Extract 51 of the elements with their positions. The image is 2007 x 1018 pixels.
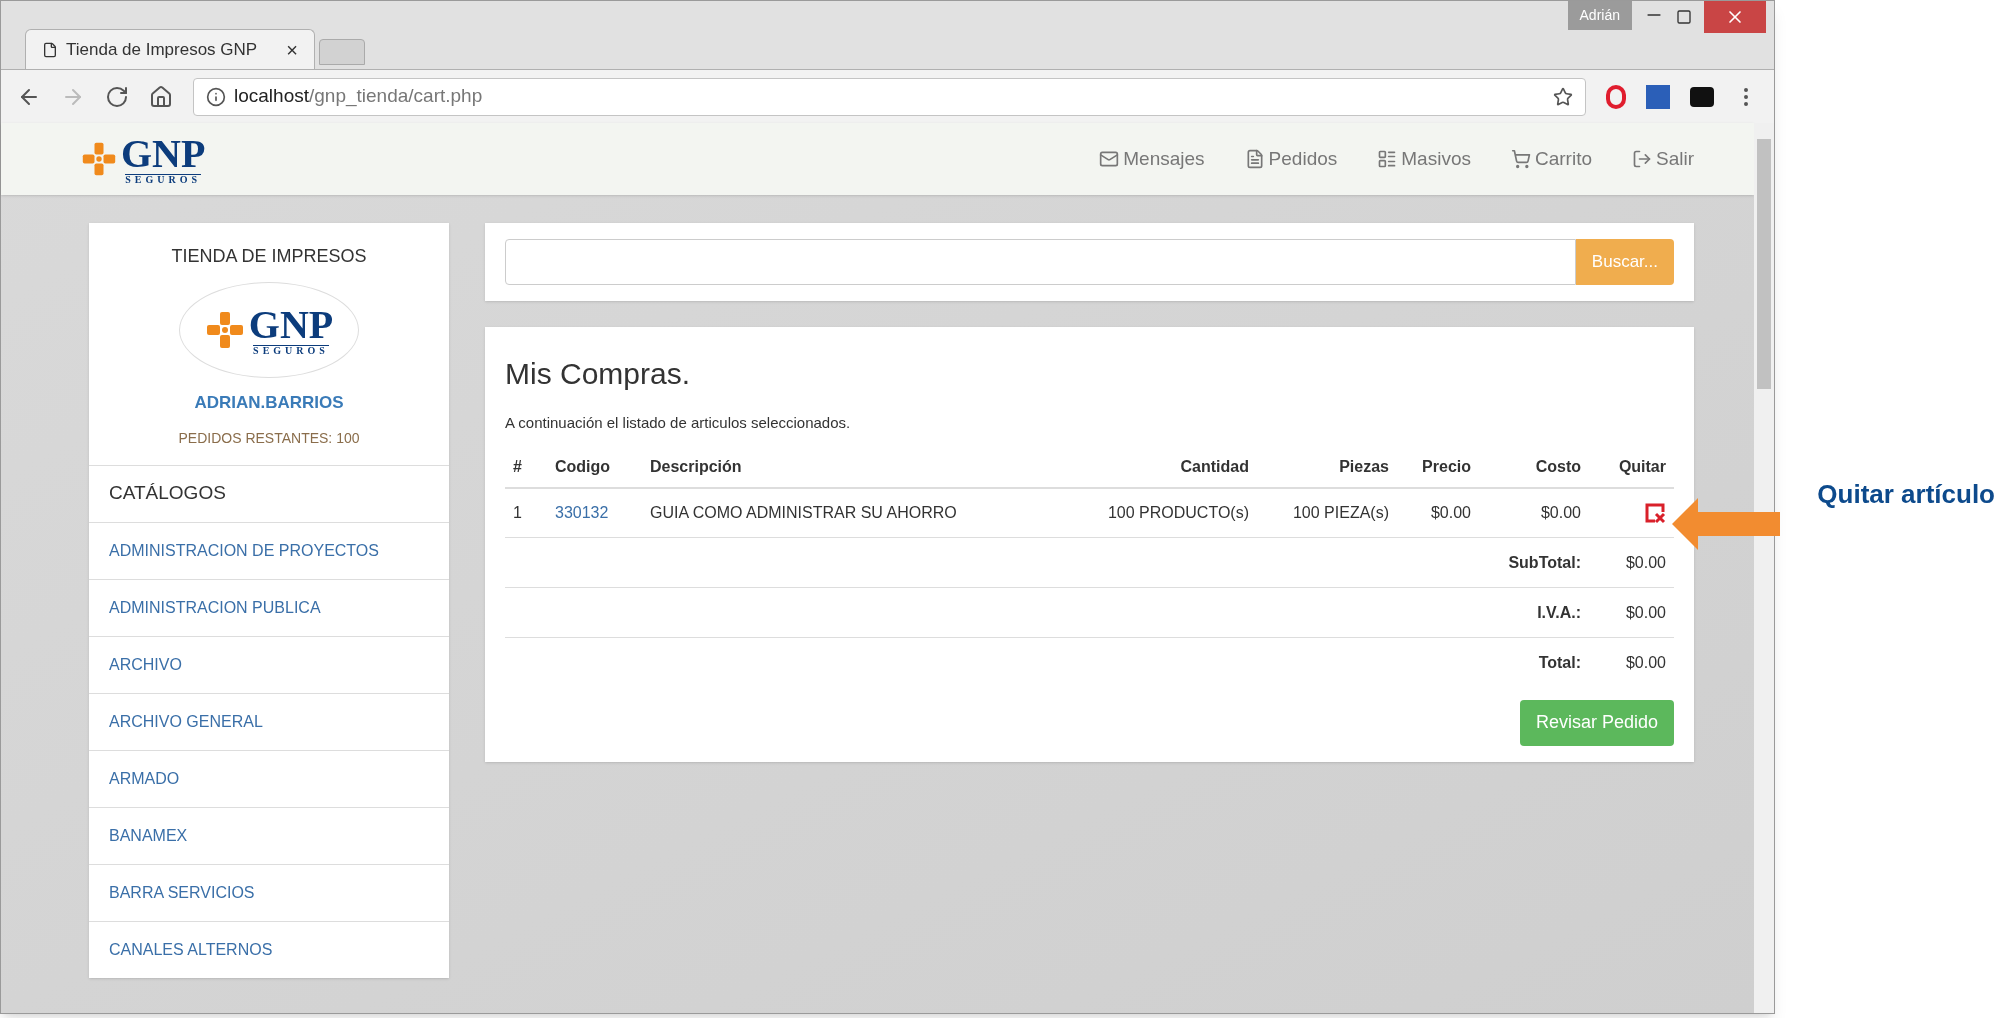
column-header: Descripción [650,457,742,475]
column-header: Costo [1535,457,1581,475]
logo-wordmark: GNP [248,304,334,345]
annotation-label: Quitar artículo [1817,477,1995,511]
section-heading: CATÁLOGOS [89,464,449,522]
tab-title: Tienda de Impresos GNP [66,38,258,61]
nav-link[interactable]: Mensajes [1099,144,1205,174]
catalog-item[interactable]: ADMINISTRACION DE PROYECTOS [89,521,449,579]
total-value: $0.00 [1625,553,1666,571]
logo-tagline: SEGUROS [125,173,202,185]
user-name[interactable]: ADRIAN.BARRIOS [194,390,344,416]
catalog-item[interactable]: CANALES ALTERNOS [89,920,449,978]
catalog-item[interactable]: ARMADO [89,749,449,807]
catalog-item[interactable]: BANAMEX [89,806,449,864]
column-header: # [513,457,522,475]
profile-name[interactable]: Adrián [1567,1,1632,30]
catalog-item[interactable]: BARRA SERVICIOS [89,863,449,921]
total-label: SubTotal: [1508,553,1581,571]
table-cell: GUIA COMO ADMINISTRAR SU AHORRO [650,503,957,521]
catalog-item[interactable]: ADMINISTRACION PUBLICA [89,578,449,636]
column-header: Quitar [1618,457,1666,475]
cart-subtitle: A continuación el listado de articulos seleccionados. [505,413,852,433]
nav-link[interactable]: Pedidos [1244,144,1338,174]
remaining-orders: PEDIDOS RESTANTES: 100 [178,428,360,448]
address-bar[interactable]: localhost/gnp_tienda/cart.php [193,77,1586,116]
logo-tagline: SEGUROS [253,344,329,356]
column-header: Piezas [1339,457,1389,475]
table-cell: 1 [513,503,522,521]
total-value: $0.00 [1625,603,1666,621]
total-value: $0.00 [1625,653,1666,671]
column-header: Codigo [555,457,611,475]
browser-tab[interactable]: Tienda de Impresos GNP × [25,29,315,69]
store-title: TIENDA DE IMPRESOS [171,245,367,268]
catalog-item[interactable]: ARCHIVO GENERAL [89,692,449,750]
total-label: I.V.A.: [1537,603,1581,621]
nav-link[interactable]: Masivos [1377,144,1471,174]
logo-wordmark: GNP [121,133,206,174]
table-cell: 100 PRODUCTO(s) [1107,503,1249,521]
url-text: localhost/gnp_tienda/cart.php [234,84,483,109]
cart-title: Mis Compras. [505,356,692,392]
nav-link[interactable]: Salir [1632,144,1694,174]
nav-link[interactable]: Carrito [1510,144,1592,174]
column-header: Cantidad [1180,457,1249,475]
table-cell: $0.00 [1540,503,1581,521]
table-cell: $0.00 [1430,503,1471,521]
catalog-item[interactable]: ARCHIVO [89,635,449,693]
column-header: Precio [1422,457,1471,475]
tab-close-button[interactable]: × [286,34,298,65]
product-code-link[interactable]: 330132 [555,503,609,521]
table-cell: 100 PIEZA(s) [1292,503,1389,521]
total-label: Total: [1538,653,1581,671]
